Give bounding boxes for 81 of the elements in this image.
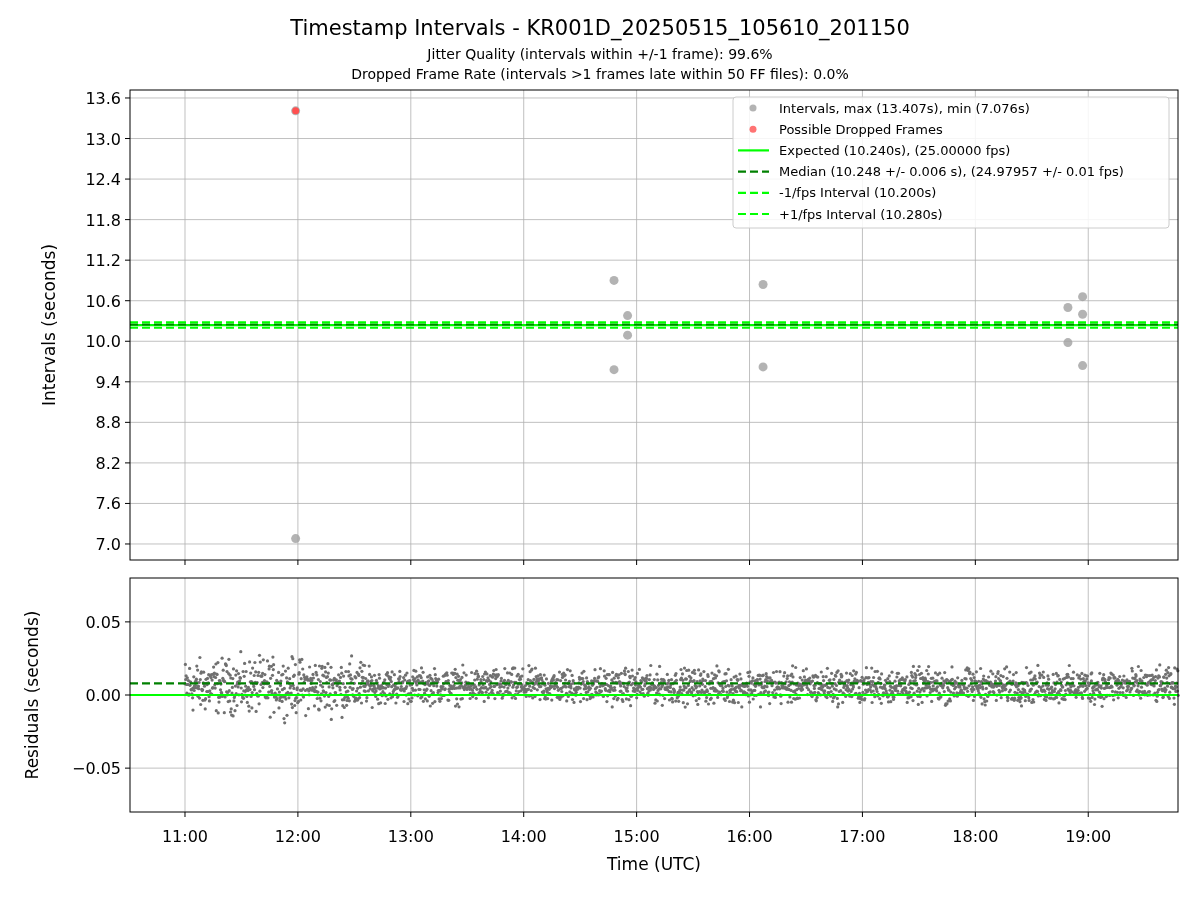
y-tick-label: 0.05 [85, 612, 121, 632]
chart-title: Timestamp Intervals - KR001D_20250515_105610_201150 [290, 15, 910, 42]
y-tick [124, 219, 131, 221]
x-tick [974, 811, 976, 818]
point [758, 279, 768, 289]
legend-label: -1/fps Interval (10.200s) [779, 185, 937, 201]
y-tick-label: 10.6 [85, 291, 121, 311]
x-tick-label: 16:00 [726, 827, 773, 846]
x-tick [1087, 559, 1089, 566]
point [291, 534, 301, 544]
x-tick [636, 559, 638, 566]
x-tick-label: 13:00 [387, 827, 434, 846]
legend-label: Possible Dropped Frames [779, 121, 943, 137]
x-tick-label: 12:00 [274, 827, 321, 846]
x-tick [410, 811, 412, 818]
legend-label: +1/fps Interval (10.280s) [779, 206, 943, 222]
point [1078, 309, 1088, 319]
legend-label: Intervals, max (13.407s), min (7.076s) [779, 100, 1030, 116]
y-tick [124, 138, 131, 139]
y-tick-label: 0.00 [85, 686, 121, 705]
x-tick [861, 559, 863, 566]
x-tick-label: 19:00 [1065, 827, 1112, 846]
y-tick-label: 7.6 [95, 494, 121, 514]
y-tick-label: 9.4 [95, 372, 121, 392]
y-axis-label: Intervals (seconds) [39, 243, 59, 407]
x-tick-label: 15:00 [613, 827, 660, 846]
y-tick-label: 7.0 [95, 535, 121, 554]
point [609, 365, 619, 375]
point [1063, 302, 1073, 312]
x-tick [184, 559, 186, 566]
point [1078, 292, 1088, 302]
x-tick-label: 17:00 [839, 827, 886, 846]
x-tick [297, 811, 299, 818]
y-tick [124, 340, 131, 342]
y-tick-label: 8.8 [95, 413, 121, 433]
x-tick-label: 18:00 [952, 827, 999, 846]
x-tick [861, 811, 863, 818]
y-tick-label: 13.6 [85, 88, 121, 108]
y-tick-label: 11.8 [85, 210, 121, 230]
y-tick [124, 178, 131, 180]
y-tick [124, 259, 131, 261]
y-tick-label: −0.05 [71, 759, 121, 779]
x-tick [1087, 811, 1089, 818]
y-tick [124, 767, 131, 769]
y-tick [124, 381, 131, 383]
y-tick [124, 462, 131, 464]
y-tick [124, 694, 131, 696]
point [1063, 338, 1073, 348]
x-tick [749, 811, 750, 818]
y-tick-label: 10.0 [85, 332, 121, 352]
y-tick-label: 11.2 [85, 251, 121, 271]
point [1078, 361, 1088, 371]
x-tick-label: 14:00 [500, 827, 547, 846]
legend-label: Expected (10.240s), (25.00000 fps) [779, 142, 1011, 158]
chart-subtitle: Dropped Frame Rate (intervals >1 frames late within 50 FF files): 0.0% [351, 65, 849, 84]
x-tick [523, 559, 525, 566]
x-tick [410, 559, 412, 566]
x-tick-label: 11:00 [161, 827, 209, 846]
x-tick [297, 559, 299, 566]
point [623, 330, 633, 340]
point [609, 275, 619, 285]
x-tick [636, 811, 638, 818]
x-tick [523, 811, 525, 818]
y-axis-label: Residuals (seconds) [22, 610, 42, 780]
y-tick [124, 300, 131, 302]
y-tick [124, 621, 131, 623]
y-tick [124, 543, 131, 545]
y-tick-label: 8.2 [95, 453, 121, 473]
y-tick-label: 12.4 [85, 170, 121, 190]
x-tick [749, 559, 750, 566]
chart-subtitle: Jitter Quality (intervals within +/-1 frame): 99.6% [427, 45, 773, 64]
point [758, 362, 768, 372]
point [623, 311, 633, 321]
y-tick [124, 502, 131, 504]
x-tick [974, 559, 976, 566]
legend-label: Median (10.248 +/- 0.006 s), (24.97957 +/- 0.01 fps) [779, 164, 1124, 180]
x-axis-label: Time (UTC) [607, 854, 701, 874]
x-tick [184, 811, 186, 818]
y-tick-label: 13.0 [85, 129, 121, 149]
y-tick [124, 421, 131, 423]
y-tick [124, 97, 131, 99]
